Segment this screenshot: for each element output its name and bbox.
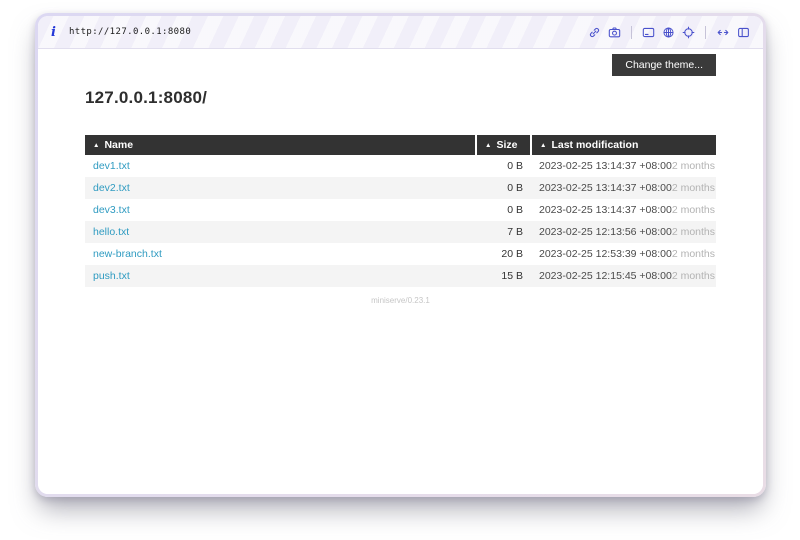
browser-chrome: i http://127.0.0.1:8080 xyxy=(38,16,763,49)
sidebar-icon[interactable] xyxy=(737,26,750,39)
page-content: Change theme... 127.0.0.1:8080/ ▲Name ▲S… xyxy=(38,49,763,494)
file-modified: 2023-02-25 12:53:39 +08:00 xyxy=(539,248,672,260)
table-row: dev1.txt 0 B 2023-02-25 13:14:37 +08:00 … xyxy=(85,155,716,177)
table-row: new-branch.txt 20 B 2023-02-25 12:53:39 … xyxy=(85,243,716,265)
globe-icon[interactable] xyxy=(662,26,675,39)
file-size: 0 B xyxy=(476,177,531,199)
terminal-icon[interactable] xyxy=(642,26,655,39)
file-relative-time: 2 months ago xyxy=(672,270,716,282)
page-title: 127.0.0.1:8080/ xyxy=(85,88,716,108)
change-theme-button[interactable]: Change theme... xyxy=(612,54,716,76)
sort-asc-icon: ▲ xyxy=(93,142,99,149)
server-version: miniserve/0.23.1 xyxy=(85,296,716,305)
file-link[interactable]: new-branch.txt xyxy=(93,248,162,260)
file-table-body: dev1.txt 0 B 2023-02-25 13:14:37 +08:00 … xyxy=(85,155,716,287)
link-icon[interactable] xyxy=(588,26,601,39)
file-modified: 2023-02-25 12:15:45 +08:00 xyxy=(539,270,672,282)
resize-arrows-icon[interactable] xyxy=(716,26,730,39)
toolbar xyxy=(588,26,750,39)
sort-asc-icon: ▲ xyxy=(485,142,491,149)
address-bar[interactable]: http://127.0.0.1:8080 xyxy=(69,27,191,37)
table-row: push.txt 15 B 2023-02-25 12:15:45 +08:00… xyxy=(85,265,716,287)
file-link[interactable]: hello.txt xyxy=(93,226,129,238)
sort-asc-icon: ▲ xyxy=(540,142,546,149)
file-link[interactable]: dev2.txt xyxy=(93,182,130,194)
file-size: 15 B xyxy=(476,265,531,287)
desktop: i http://127.0.0.1:8080 xyxy=(0,0,800,540)
table-row: hello.txt 7 B 2023-02-25 12:13:56 +08:00… xyxy=(85,221,716,243)
file-size: 0 B xyxy=(476,155,531,177)
file-relative-time: 2 months ago xyxy=(672,160,716,172)
table-row: dev2.txt 0 B 2023-02-25 13:14:37 +08:00 … xyxy=(85,177,716,199)
column-header-modified[interactable]: ▲Last modification xyxy=(531,135,716,155)
info-icon: i xyxy=(51,26,56,39)
file-table: ▲Name ▲Size ▲Last modification dev1.txt … xyxy=(85,135,716,287)
file-size: 7 B xyxy=(476,221,531,243)
file-relative-time: 2 months ago xyxy=(672,182,716,194)
file-modified: 2023-02-25 13:14:37 +08:00 xyxy=(539,182,672,194)
file-size: 20 B xyxy=(476,243,531,265)
toolbar-separator xyxy=(631,26,632,39)
file-modified: 2023-02-25 13:14:37 +08:00 xyxy=(539,160,672,172)
file-size: 0 B xyxy=(476,199,531,221)
column-header-name[interactable]: ▲Name xyxy=(85,135,476,155)
file-link[interactable]: dev3.txt xyxy=(93,204,130,216)
file-modified: 2023-02-25 12:13:56 +08:00 xyxy=(539,226,672,238)
column-header-size[interactable]: ▲Size xyxy=(476,135,531,155)
browser-window: i http://127.0.0.1:8080 xyxy=(35,13,766,497)
file-relative-time: 2 months ago xyxy=(672,204,716,216)
toolbar-separator xyxy=(705,26,706,39)
file-link[interactable]: push.txt xyxy=(93,270,130,282)
file-relative-time: 2 months ago xyxy=(672,248,716,260)
file-relative-time: 2 months ago xyxy=(672,226,716,238)
table-row: dev3.txt 0 B 2023-02-25 13:14:37 +08:00 … xyxy=(85,199,716,221)
camera-icon[interactable] xyxy=(608,26,621,39)
table-header-row: ▲Name ▲Size ▲Last modification xyxy=(85,135,716,155)
file-modified: 2023-02-25 13:14:37 +08:00 xyxy=(539,204,672,216)
file-link[interactable]: dev1.txt xyxy=(93,160,130,172)
crosshair-icon[interactable] xyxy=(682,26,695,39)
